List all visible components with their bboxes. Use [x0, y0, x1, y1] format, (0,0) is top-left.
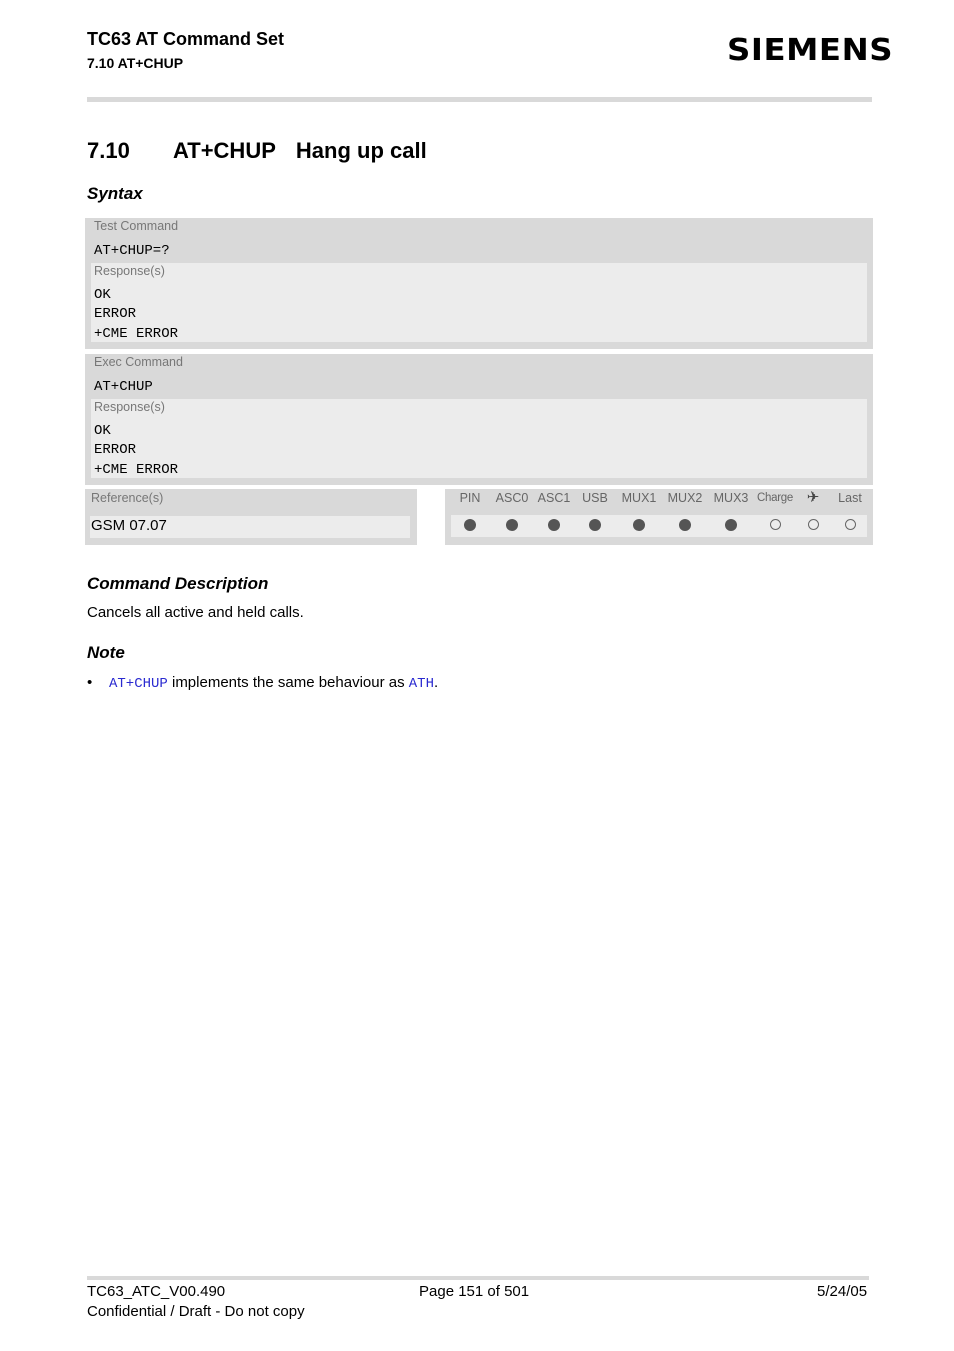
footer-divider	[87, 1276, 869, 1280]
section-heading: 7.10 AT+CHUP Hang up call	[87, 138, 427, 164]
responses-label: Response(s)	[94, 264, 165, 278]
test-command-responses: Response(s) OK ERROR +CME ERROR	[91, 263, 867, 342]
supported-dot-icon	[725, 519, 737, 531]
exec-command-label: Exec Command	[94, 355, 183, 369]
supported-dot-icon	[464, 519, 476, 531]
note-heading: Note	[87, 643, 125, 662]
syntax-heading: Syntax	[87, 184, 143, 203]
response-line: OK	[94, 423, 111, 439]
supported-dot-icon	[679, 519, 691, 531]
supported-dot-icon	[589, 519, 601, 531]
interface-column-label: PIN	[459, 491, 481, 505]
exec-command-box: Exec Command AT+CHUP Response(s) OK ERRO…	[85, 354, 873, 485]
document-title: TC63 AT Command Set	[87, 29, 285, 49]
exec-command-text: AT+CHUP	[94, 379, 153, 395]
supported-dot-icon	[548, 519, 560, 531]
header-divider	[87, 97, 872, 102]
interface-column-label: MUX3	[713, 491, 749, 505]
responses-label: Response(s)	[94, 400, 165, 414]
description-text: Cancels all active and held calls.	[87, 604, 304, 621]
section-command: AT+CHUP	[173, 138, 276, 163]
siemens-logo: SIEMENS	[727, 33, 894, 68]
reference-box: Reference(s) GSM 07.07	[85, 489, 417, 545]
interface-column-label: Last	[838, 491, 862, 505]
interface-column-label: USB	[582, 491, 608, 505]
link-ath[interactable]: ATH	[409, 676, 434, 692]
footer-confidential: Confidential / Draft - Do not copy	[87, 1303, 305, 1320]
section-reference: 7.10 AT+CHUP	[87, 55, 184, 71]
reference-value: GSM 07.07	[91, 517, 167, 534]
reference-label: Reference(s)	[91, 491, 164, 505]
interface-support-table: PIN ASC0 ASC1 USB MUX1 MUX2 MUX3 Charge ✈ Last	[445, 489, 873, 545]
description-heading: Command Description	[87, 574, 269, 593]
link-at-chup[interactable]: AT+CHUP	[109, 676, 168, 692]
exec-command-responses: Response(s) OK ERROR +CME ERROR	[91, 399, 867, 478]
unsupported-dot-icon	[769, 519, 781, 530]
footer-page-number: Page 151 of 501	[419, 1283, 530, 1300]
note-end: .	[433, 674, 439, 691]
test-command-text: AT+CHUP=?	[94, 243, 170, 259]
unsupported-dot-icon	[807, 519, 819, 530]
footer-date: 5/24/05	[817, 1283, 868, 1300]
test-command-label: Test Command	[94, 219, 179, 233]
footer-doc-id: TC63_ATC_V00.490	[87, 1283, 226, 1300]
unsupported-dot-icon	[844, 519, 856, 530]
bullet-icon: •	[87, 674, 93, 691]
response-line: ERROR	[94, 306, 137, 322]
interface-column-label: ASC1	[537, 491, 571, 505]
supported-dot-icon	[506, 519, 518, 531]
test-command-box: Test Command AT+CHUP=? Response(s) OK ER…	[85, 218, 873, 349]
section-title: Hang up call	[295, 138, 427, 163]
section-number: 7.10	[87, 138, 130, 163]
response-line: OK	[94, 287, 111, 303]
response-line: ERROR	[94, 442, 137, 458]
response-line: +CME ERROR	[94, 462, 179, 478]
supported-dot-icon	[633, 519, 645, 531]
reference-value-cell: GSM 07.07	[90, 516, 410, 538]
interface-column-label: MUX2	[667, 491, 703, 505]
response-line: +CME ERROR	[94, 326, 179, 342]
note-text: implements the same behaviour as	[167, 674, 409, 691]
interface-column-label: ASC0	[495, 491, 529, 505]
interface-column-label: MUX1	[621, 491, 657, 505]
